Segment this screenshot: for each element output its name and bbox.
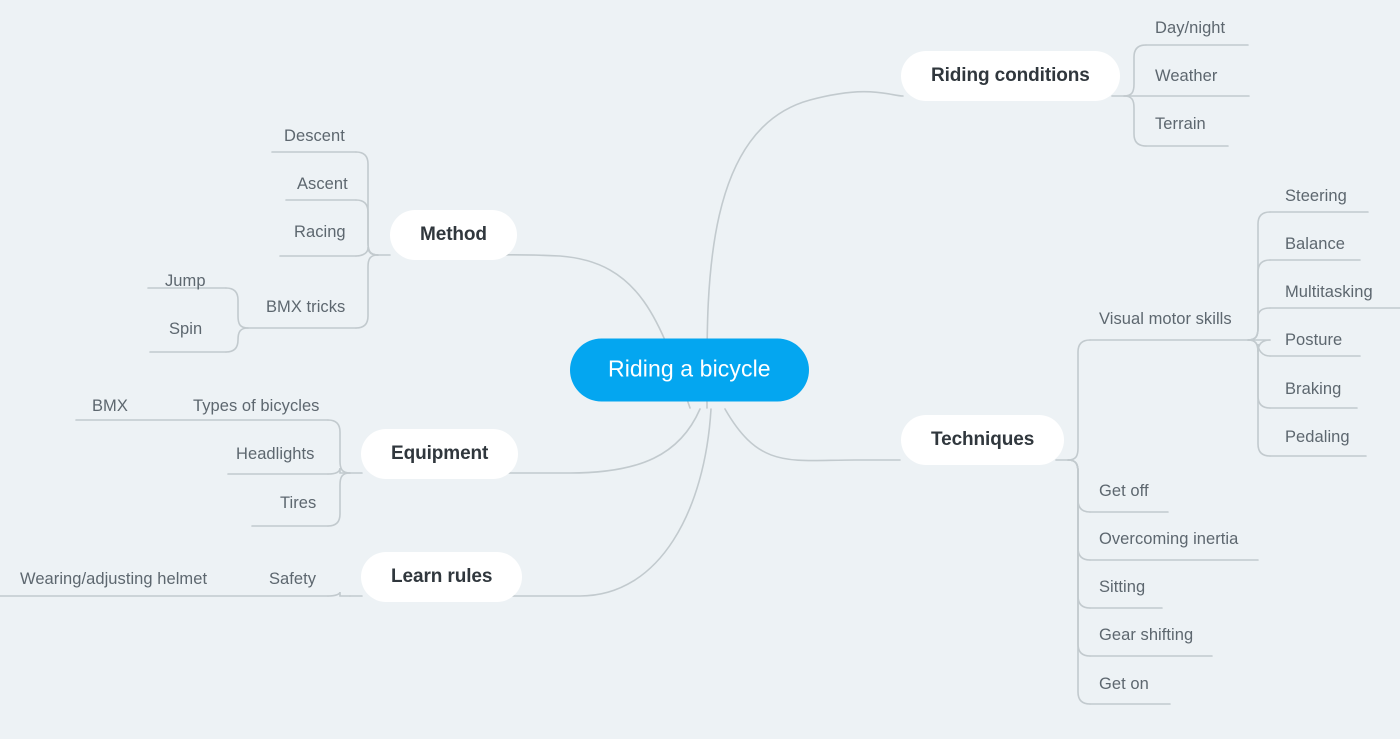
leaf-descent-label: Descent [284, 126, 345, 145]
link-method-bmx-tricks [355, 254, 379, 329]
leaf-braking[interactable]: Braking [1285, 381, 1341, 398]
branch-equipment-label: Equipment [391, 443, 489, 464]
leaf-wearing-adjusting-helmet[interactable]: Wearing/adjusting helmet [20, 571, 207, 588]
leaf-posture[interactable]: Posture [1285, 332, 1342, 349]
leaf-safety-label: Safety [269, 569, 317, 588]
leaf-ascent[interactable]: Ascent [297, 176, 348, 193]
link-vms-braking [1247, 339, 1271, 409]
link-tech-get-off [1067, 459, 1091, 513]
link-tech-visual-motor-skills [1067, 339, 1091, 461]
central-topic-label: Riding a bicycle [608, 355, 771, 382]
leaf-types-of-bicycles-label: Types of bicycles [193, 396, 320, 415]
leaf-gear-shifting-label: Gear shifting [1099, 625, 1194, 644]
link-equipment-headlights [327, 467, 351, 475]
leaf-jump[interactable]: Jump [165, 273, 206, 290]
link-hub-learn-rules [493, 408, 712, 597]
leaf-get-on-label: Get on [1099, 674, 1149, 693]
leaf-posture-label: Posture [1285, 330, 1343, 349]
leaf-pedaling[interactable]: Pedaling [1285, 429, 1350, 446]
leaf-types-of-bicycles[interactable]: Types of bicycles [193, 398, 320, 415]
branch-method[interactable]: Method [390, 210, 517, 260]
leaf-bmx-label: BMX [92, 396, 128, 415]
link-tech-overcoming-inertia [1067, 459, 1091, 561]
branch-learn-rules-label: Learn rules [391, 566, 493, 587]
leaf-get-off[interactable]: Get off [1099, 483, 1149, 500]
leaf-jump-label: Jump [165, 271, 206, 290]
leaf-weather-label: Weather [1155, 66, 1218, 85]
leaf-racing[interactable]: Racing [294, 224, 346, 241]
leaf-balance-label: Balance [1285, 234, 1345, 253]
branch-method-label: Method [420, 224, 487, 245]
link-vms-steering [1247, 211, 1271, 341]
leaf-bmx[interactable]: BMX [92, 398, 128, 415]
link-method-racing [355, 246, 379, 257]
leaf-headlights[interactable]: Headlights [236, 446, 314, 463]
leaf-headlights-label: Headlights [236, 444, 315, 463]
leaf-steering-label: Steering [1285, 186, 1347, 205]
leaf-weather[interactable]: Weather [1155, 68, 1217, 85]
branch-riding-conditions-label: Riding conditions [931, 65, 1090, 86]
leaf-multitasking[interactable]: Multitasking [1285, 284, 1373, 301]
branch-riding-conditions[interactable]: Riding conditions [901, 51, 1120, 101]
link-learn-rules-safety [327, 591, 351, 597]
leaf-braking-label: Braking [1285, 379, 1342, 398]
link-tech-gear-shifting [1067, 459, 1091, 657]
link-rc-daynight [1123, 44, 1147, 97]
link-equipment-tires [327, 472, 351, 527]
leaf-terrain-label: Terrain [1155, 114, 1206, 133]
leaf-day-night-label: Day/night [1155, 18, 1226, 37]
leaf-get-on[interactable]: Get on [1099, 676, 1149, 693]
leaf-day-night[interactable]: Day/night [1155, 20, 1225, 37]
leaf-tires-label: Tires [280, 493, 317, 512]
link-tech-sitting [1067, 459, 1091, 609]
leaf-overcoming-inertia-label: Overcoming inertia [1099, 529, 1239, 548]
leaf-pedaling-label: Pedaling [1285, 427, 1350, 446]
leaf-racing-label: Racing [294, 222, 346, 241]
leaf-ascent-label: Ascent [297, 174, 348, 193]
leaf-overcoming-inertia[interactable]: Overcoming inertia [1099, 531, 1238, 548]
leaf-sitting[interactable]: Sitting [1099, 579, 1145, 596]
leaf-sitting-label: Sitting [1099, 577, 1146, 596]
leaf-terrain[interactable]: Terrain [1155, 116, 1206, 133]
leaf-visual-motor-skills-label: Visual motor skills [1099, 309, 1232, 328]
link-method-ascent [355, 199, 379, 256]
leaf-visual-motor-skills[interactable]: Visual motor skills [1099, 311, 1232, 328]
central-topic-riding-a-bicycle[interactable]: Riding a bicycle [570, 338, 809, 402]
leaf-gear-shifting[interactable]: Gear shifting [1099, 627, 1193, 644]
leaf-spin-label: Spin [169, 319, 203, 338]
link-bmx-spin [225, 327, 249, 353]
leaf-bmx-tricks-label: BMX tricks [266, 297, 346, 316]
leaf-multitasking-label: Multitasking [1285, 282, 1373, 301]
link-bmx-jump [225, 287, 249, 329]
link-vms-pedaling [1247, 339, 1271, 457]
branch-techniques-label: Techniques [931, 429, 1035, 450]
link-hub-equipment [493, 408, 701, 474]
leaf-steering[interactable]: Steering [1285, 188, 1347, 205]
leaf-wearing-adjusting-helmet-label: Wearing/adjusting helmet [20, 569, 208, 588]
link-hub-techniques [724, 408, 901, 462]
branch-learn-rules[interactable]: Learn rules [361, 552, 523, 602]
link-method-descent [355, 151, 379, 256]
link-tech-get-on [1067, 459, 1091, 705]
mind-map-canvas: Riding a bicycle Riding conditions Day/n… [0, 0, 1400, 739]
leaf-safety[interactable]: Safety [269, 571, 316, 588]
branch-techniques[interactable]: Techniques [901, 415, 1065, 465]
leaf-spin[interactable]: Spin [169, 321, 202, 338]
link-vms-posture [1257, 339, 1271, 357]
leaf-tires[interactable]: Tires [280, 495, 316, 512]
link-vms-multitasking [1247, 307, 1271, 341]
leaf-descent[interactable]: Descent [284, 128, 345, 145]
leaf-get-off-label: Get off [1099, 481, 1149, 500]
branch-equipment[interactable]: Equipment [361, 429, 519, 479]
leaf-bmx-tricks[interactable]: BMX tricks [266, 299, 345, 316]
link-equipment-types [327, 419, 351, 474]
link-vms-balance [1247, 259, 1271, 341]
leaf-balance[interactable]: Balance [1285, 236, 1345, 253]
link-rc-terrain [1123, 95, 1147, 147]
